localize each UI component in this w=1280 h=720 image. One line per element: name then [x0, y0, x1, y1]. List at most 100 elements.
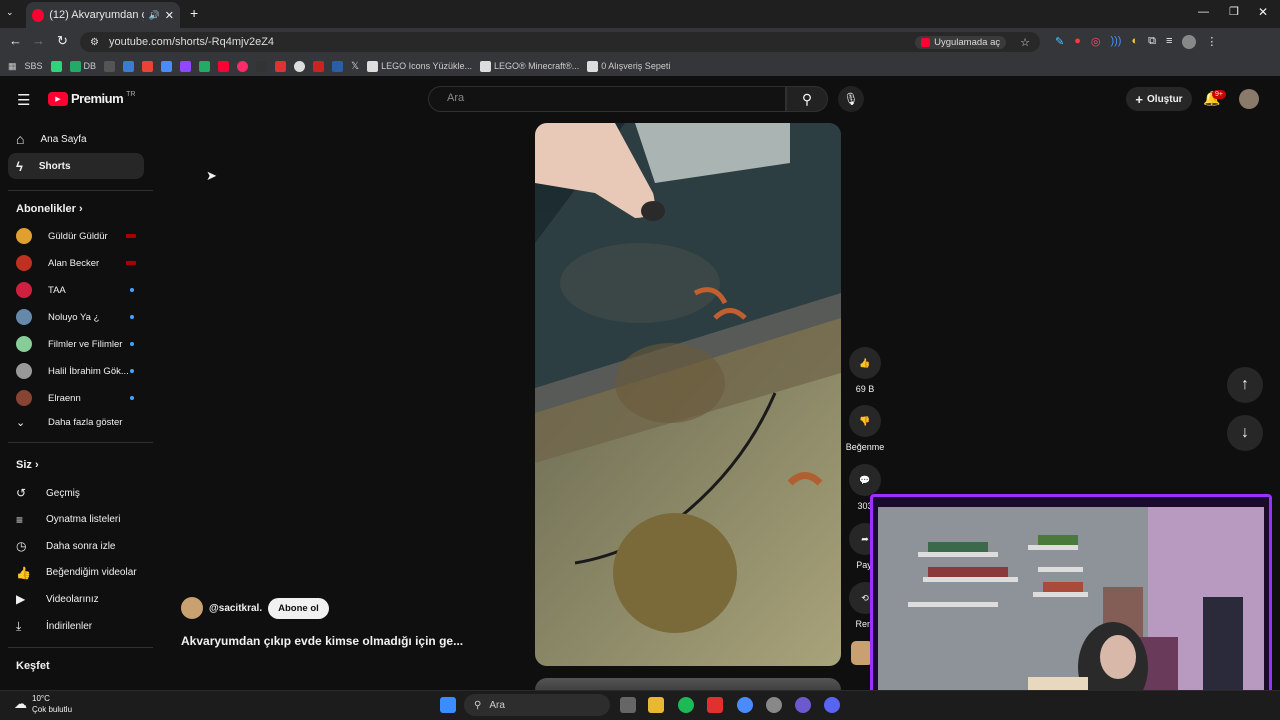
you-header[interactable]: Siz › [16, 459, 39, 471]
dislike-button[interactable]: 👎 [849, 405, 881, 437]
minimize-icon[interactable]: — [1198, 6, 1209, 18]
subscription-name: Filmler ve Filimler [48, 338, 123, 350]
chrome-menu-icon[interactable]: ⋮ [1206, 35, 1217, 49]
close-tab-icon[interactable]: ✕ [165, 9, 174, 22]
create-button[interactable]: + Oluştur [1126, 87, 1192, 111]
voice-search-button[interactable]: 🎙 [838, 86, 864, 112]
short-video-player[interactable] [535, 123, 841, 666]
bookmark-icon[interactable] [50, 60, 62, 72]
close-window-icon[interactable]: ✕ [1258, 5, 1268, 19]
restore-icon[interactable]: ❐ [1229, 5, 1239, 18]
youtube-logo[interactable]: ▶ Premium TR [48, 91, 135, 106]
profile-avatar[interactable] [1182, 35, 1197, 49]
bookmark-icon[interactable] [313, 60, 325, 72]
bookmark-icon[interactable] [294, 60, 306, 72]
cloud-icon: ☁ [14, 696, 27, 711]
subscription-item[interactable]: Alan Becker [16, 252, 140, 274]
site-info-icon[interactable]: ⚙ [90, 37, 99, 48]
bookmark-db[interactable]: DB [69, 60, 96, 72]
twitch-icon[interactable] [180, 60, 192, 72]
channel-name[interactable]: @sacitkral. [209, 603, 262, 614]
bookmark-icon[interactable] [332, 60, 344, 72]
app-icon[interactable] [795, 697, 811, 713]
youtube-icon[interactable] [218, 60, 230, 72]
new-content-dot [130, 342, 134, 346]
sidebar-item-you-0[interactable]: ↺ Geçmiş [8, 480, 144, 506]
youtube-app-icon[interactable] [707, 697, 723, 713]
extension-2-icon[interactable]: ● [1074, 35, 1081, 49]
chrome-icon[interactable] [737, 697, 753, 713]
comments-button[interactable]: 💬 [849, 464, 881, 496]
subscription-item[interactable]: TAA [16, 279, 140, 301]
bookmark-icon[interactable] [256, 60, 268, 72]
tab-strip: ⌄ (12) Akvaryumdan çıkıp evd 🔊 ✕ + — ❐ ✕ [0, 0, 1280, 28]
open-in-app-button[interactable]: Uygulamada aç [915, 35, 1007, 49]
back-icon[interactable]: ← [9, 33, 22, 48]
browser-tab[interactable]: (12) Akvaryumdan çıkıp evd 🔊 ✕ [26, 2, 180, 28]
spotify-icon[interactable] [678, 697, 694, 713]
sidebar-item-you-5[interactable]: ⤓ İndirilenler [8, 613, 144, 639]
apps-grid-icon[interactable]: ▦ [8, 61, 17, 72]
show-more-button[interactable]: ⌄ Daha fazla göster [16, 411, 146, 433]
address-bar[interactable]: ⚙ youtube.com/shorts/-Rq4mjv2eZ4 Uygulam… [80, 32, 1040, 52]
extension-1-icon[interactable]: ✎ [1055, 35, 1064, 49]
kick-icon[interactable] [199, 60, 211, 72]
subscribe-button[interactable]: Abone ol [268, 597, 329, 619]
taskbar-search-label: Ara [489, 699, 505, 711]
discord-icon[interactable] [824, 697, 840, 713]
bookmark-star-icon[interactable]: ☆ [1020, 36, 1030, 49]
subscription-item[interactable]: Güldür Güldür [16, 225, 140, 247]
github-icon[interactable] [104, 60, 116, 72]
tab-search-icon[interactable]: ⌄ [6, 7, 14, 18]
windows-start-icon[interactable] [440, 697, 456, 713]
file-explorer-icon[interactable] [648, 697, 664, 713]
new-tab-icon[interactable]: + [190, 5, 198, 21]
short-title[interactable]: Akvaryumdan çıkıp evde kimse olmadığı iç… [181, 634, 463, 648]
bookmark-icon[interactable] [237, 60, 249, 72]
search-input[interactable]: Ara [428, 86, 786, 112]
reload-icon[interactable]: ↻ [57, 33, 68, 49]
bookmark-lego-icons[interactable]: LEGO Icons Yüzükle... [367, 60, 472, 72]
gmail-icon[interactable] [142, 60, 154, 72]
x-icon[interactable]: 𝕏 [351, 61, 359, 72]
subscription-item[interactable]: Noluyo Ya ¿ [16, 306, 140, 328]
account-avatar[interactable] [1239, 89, 1259, 109]
bookmark-cart[interactable]: 0 Alışveriş Sepeti [587, 60, 670, 72]
like-button[interactable]: 👍 [849, 347, 881, 379]
weather-widget[interactable]: ☁ 10°C Çok bulutlu [14, 693, 72, 715]
bookmark-icon[interactable] [123, 60, 135, 72]
previous-short-button[interactable]: ↑ [1227, 367, 1263, 403]
subscription-item[interactable]: Filmler ve Filimler [16, 333, 140, 355]
media-control-icon[interactable]: ≡ [1166, 35, 1172, 49]
tab-title: (12) Akvaryumdan çıkıp evd [49, 9, 143, 21]
hamburger-menu-icon[interactable]: ☰ [17, 91, 30, 109]
sidebar-item-you-3[interactable]: 👍 Beğendiğim videolar [8, 560, 144, 586]
settings-gear-icon[interactable] [766, 697, 782, 713]
task-view-icon[interactable] [620, 697, 636, 713]
extensions-puzzle-icon[interactable]: ⧉ [1148, 35, 1156, 49]
extension-5-icon[interactable]: ◐ [1131, 35, 1138, 49]
sidebar-item-you-4[interactable]: ▶ Videolarınız [8, 586, 144, 612]
bookmark-lego-minecraft[interactable]: LEGO® Minecraft®... [480, 60, 579, 72]
bookmark-icon[interactable] [275, 60, 287, 72]
extension-4-icon[interactable]: ))) [1110, 35, 1121, 49]
subscriptions-header[interactable]: Abonelikler › [16, 203, 83, 215]
extension-3-icon[interactable]: ◎ [1091, 35, 1101, 49]
amazon-icon [367, 60, 379, 72]
next-short-button[interactable]: ↓ [1227, 415, 1263, 451]
sidebar-item-you-1[interactable]: ≡ Oynatma listeleri [8, 507, 144, 533]
forward-icon[interactable]: → [32, 33, 45, 48]
logo-text: Premium [71, 91, 124, 106]
channel-avatar[interactable] [181, 597, 203, 619]
audio-icon[interactable]: 🔊 [149, 10, 160, 21]
subscription-item[interactable]: Halil İbrahim Gök... [16, 360, 140, 382]
sidebar-item-shorts[interactable]: ϟ Shorts [8, 153, 144, 179]
taskbar-search[interactable]: ⚲ Ara [464, 694, 610, 716]
sidebar-item-you-2[interactable]: ◷ Daha sonra izle [8, 533, 144, 559]
subscription-item[interactable]: Elraenn [16, 387, 140, 409]
bookmark-sbs[interactable]: SBS [25, 61, 43, 71]
search-button[interactable]: ⚲ [786, 86, 828, 112]
show-more-label: Daha fazla göster [48, 416, 123, 428]
sidebar-item-home[interactable]: ⌂ Ana Sayfa [8, 126, 144, 152]
bookmark-icon[interactable] [161, 60, 173, 72]
